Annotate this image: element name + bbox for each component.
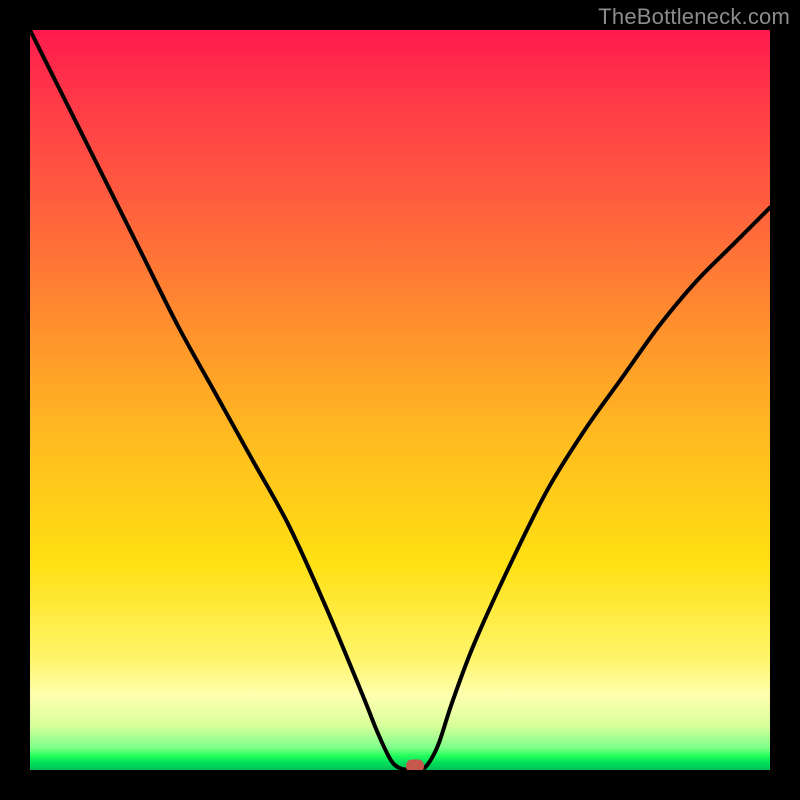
chart-frame: TheBottleneck.com — [0, 0, 800, 800]
plot-area — [30, 30, 770, 770]
curve-svg — [30, 30, 770, 770]
bottleneck-curve — [30, 30, 770, 770]
optimal-point-marker — [406, 760, 424, 770]
watermark-text: TheBottleneck.com — [598, 4, 790, 30]
